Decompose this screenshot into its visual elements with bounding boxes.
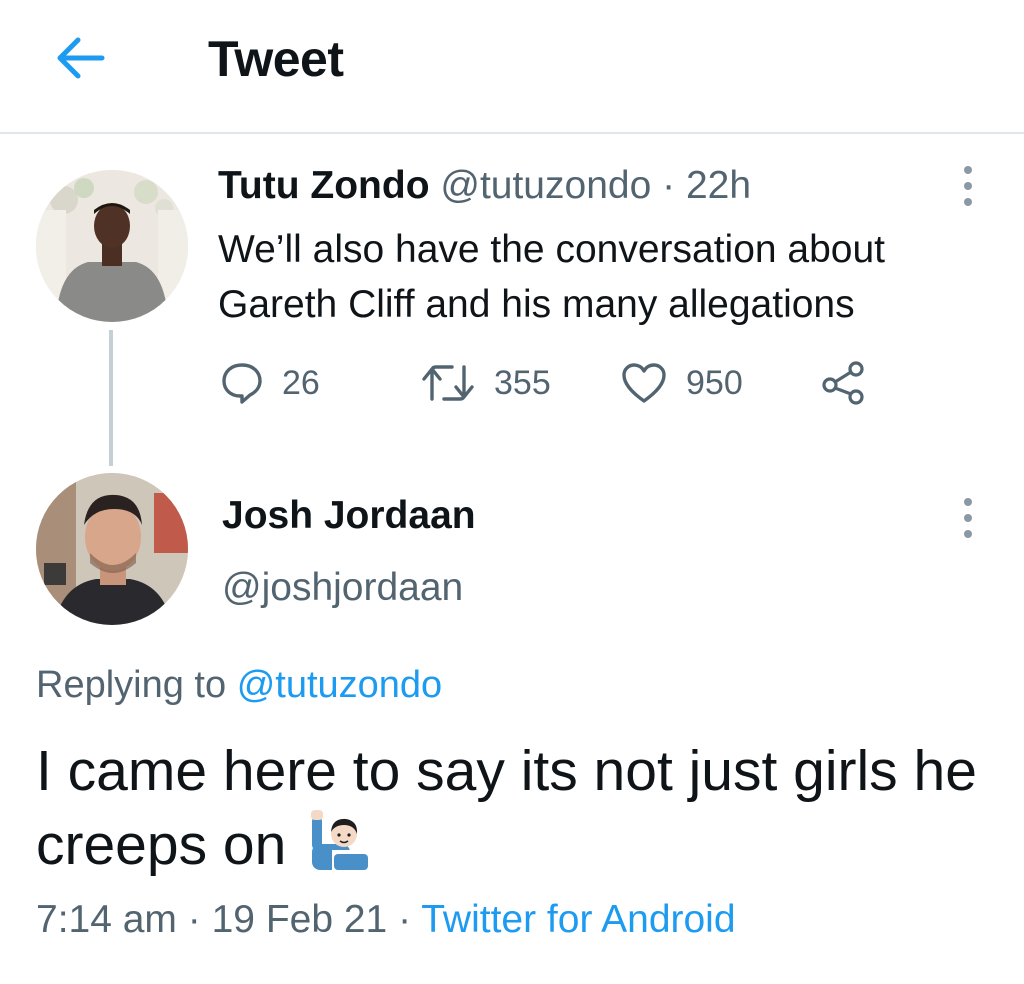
tweet-meta: 7:14 am · 19 Feb 21 · Twitter for Androi… — [36, 898, 736, 942]
tweet-source-link[interactable]: Twitter for Android — [421, 898, 735, 941]
tweet-header: Tutu Zondo @tutuzondo · 22h — [218, 164, 751, 208]
retweet-button[interactable]: 355 — [420, 358, 551, 408]
more-options-icon[interactable] — [953, 166, 983, 206]
reply-icon — [222, 363, 262, 404]
share-button[interactable] — [820, 358, 868, 408]
reply-tweet-text: I came here to say its not just girls he… — [36, 739, 977, 877]
avatar-tutu-zondo[interactable] — [36, 170, 188, 322]
tweet-date: 19 Feb 21 — [211, 898, 388, 941]
replying-prefix: Replying to — [36, 664, 227, 706]
tweet-time: 7:14 am — [36, 898, 177, 941]
like-button[interactable]: 950 — [620, 358, 743, 408]
separator: · — [662, 164, 676, 207]
more-options-icon[interactable] — [953, 498, 983, 538]
person-raising-hand-icon — [311, 810, 369, 870]
like-count: 950 — [686, 363, 743, 402]
separator: · — [398, 898, 412, 941]
reply-count: 26 — [282, 363, 320, 402]
retweet-icon — [422, 365, 474, 401]
page-title: Tweet — [208, 31, 344, 87]
replying-to-line: Replying to @tutuzondo — [36, 664, 442, 707]
tweet-time[interactable]: 22h — [686, 164, 751, 207]
reply-tweet-body: I came here to say its not just girls he… — [36, 734, 996, 882]
reply-author-handle[interactable]: @joshjordaan — [222, 566, 463, 610]
separator: · — [187, 898, 201, 941]
top-bar: Tweet — [0, 0, 1024, 134]
back-arrow-icon — [57, 37, 105, 79]
thread-connector — [109, 330, 113, 466]
author-handle[interactable]: @tutuzondo — [440, 164, 651, 207]
share-icon — [822, 361, 864, 405]
replying-to-handle[interactable]: @tutuzondo — [237, 664, 443, 706]
author-name[interactable]: Tutu Zondo — [218, 164, 430, 207]
avatar-josh-jordaan[interactable] — [36, 473, 188, 625]
reply-author-name[interactable]: Josh Jordaan — [222, 494, 476, 538]
retweet-count: 355 — [494, 363, 551, 402]
reply-button[interactable]: 26 — [220, 358, 320, 408]
tweet-text: We’ll also have the conversation about G… — [218, 228, 886, 326]
heart-icon — [622, 363, 666, 403]
back-button[interactable] — [50, 30, 110, 86]
